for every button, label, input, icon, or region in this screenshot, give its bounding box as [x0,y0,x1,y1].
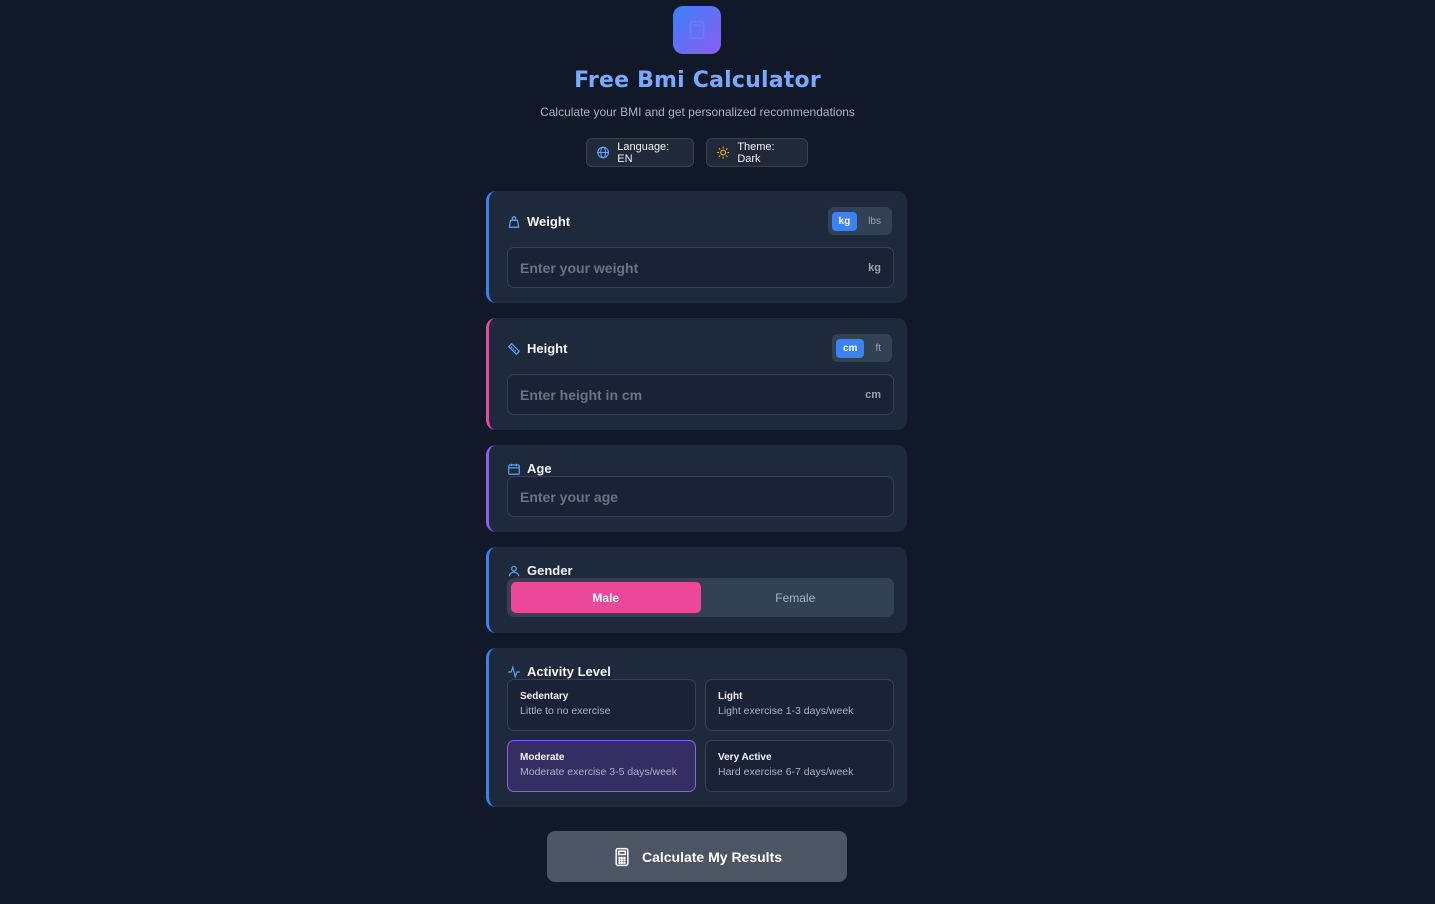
height-label-row: Height [507,341,567,356]
age-label: Age [527,461,552,476]
activity-option-desc: Little to no exercise [520,705,611,717]
activity-label-row: Activity Level [507,664,611,679]
activity-option-title: Light [718,691,743,702]
age-input[interactable] [520,488,881,505]
activity-label: Activity Level [527,664,611,679]
activity-option-desc: Moderate exercise 3-5 days/week [520,766,677,778]
height-field: cm [507,374,894,415]
activity-option-title: Very Active [718,752,772,763]
weight-unit-toggle: kg lbs [827,207,892,235]
page-title: Free Bmi Calculator [574,68,821,93]
page-subtitle: Calculate your BMI and get personalized … [540,105,855,119]
calculator-icon [689,20,705,40]
language-button[interactable]: Language: EN [586,138,694,167]
weight-label-row: Weight [507,214,570,229]
unit-ft-button[interactable]: ft [868,339,888,358]
globe-icon [597,146,609,159]
weight-field: kg [507,247,894,288]
ruler-icon [507,342,521,355]
gender-label-row: Gender [507,563,573,578]
calculate-button[interactable]: Calculate My Results [547,831,847,882]
activity-option-desc: Hard exercise 6-7 days/week [718,766,854,778]
weight-unit-suffix: kg [868,261,881,274]
app-logo [673,6,721,54]
age-card: Age [486,445,907,532]
age-field [507,476,894,517]
activity-card: Activity Level Sedentary Little to no ex… [486,648,907,807]
weight-icon [508,215,520,228]
activity-option-light[interactable]: Light Light exercise 1-3 days/week [705,679,894,731]
gender-female-button[interactable]: Female [701,582,891,613]
theme-button[interactable]: Theme: Dark [706,138,808,167]
calculator-icon [615,847,629,866]
theme-label: Theme: Dark [737,140,775,165]
user-icon [508,565,520,576]
unit-lbs-button[interactable]: lbs [861,212,888,231]
activity-option-title: Moderate [520,752,565,763]
activity-option-moderate[interactable]: Moderate Moderate exercise 3-5 days/week [507,740,696,792]
activity-option-very-active[interactable]: Very Active Hard exercise 6-7 days/week [705,740,894,792]
unit-cm-button[interactable]: cm [835,338,865,358]
unit-kg-button[interactable]: kg [831,211,858,231]
height-input[interactable] [520,386,866,403]
activity-icon [508,664,520,679]
activity-option-title: Sedentary [520,691,569,702]
language-label: Language: EN [617,140,670,165]
activity-option-desc: Light exercise 1-3 days/week [718,705,854,717]
height-unit-suffix: cm [865,388,881,401]
calculate-label: Calculate My Results [641,848,783,865]
calendar-icon [508,463,520,475]
activity-option-sedentary[interactable]: Sedentary Little to no exercise [507,679,696,731]
height-card: Height cm ft cm [486,318,907,430]
gender-label: Gender [527,563,573,578]
age-label-row: Age [507,461,552,476]
weight-label: Weight [527,214,571,229]
gender-toggle: Male Female [507,578,894,617]
weight-card: Weight kg lbs kg [486,191,907,303]
height-label: Height [527,341,568,356]
gender-card: Gender Male Female [486,547,907,633]
sun-icon [717,146,730,159]
height-unit-toggle: cm ft [831,334,892,362]
gender-male-button[interactable]: Male [511,582,701,613]
weight-input[interactable] [520,259,869,276]
